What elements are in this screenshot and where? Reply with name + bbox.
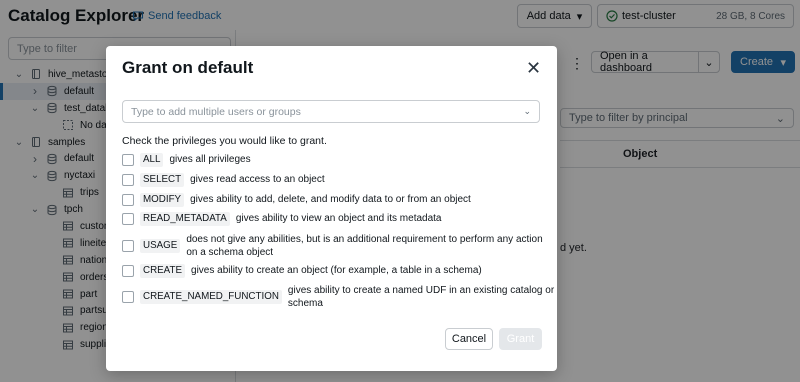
grant-dialog: Grant on default ✕ Type to add multiple …: [106, 46, 557, 371]
chevron-down-icon: ⌄: [523, 106, 531, 116]
privilege-checkbox[interactable]: [122, 240, 134, 252]
privilege-checkbox[interactable]: [122, 213, 134, 225]
privilege-checkbox[interactable]: [122, 194, 134, 206]
privilege-description: does not give any abilities, but is an a…: [186, 234, 543, 258]
cancel-button[interactable]: Cancel: [445, 328, 493, 350]
close-icon[interactable]: ✕: [526, 59, 541, 77]
privilege-code: CREATE_NAMED_FUNCTION: [140, 290, 282, 304]
privilege-row-usage[interactable]: USAGE does not give any abilities, but i…: [122, 233, 548, 259]
privilege-row-create-named-function[interactable]: CREATE_NAMED_FUNCTION gives ability to c…: [122, 284, 556, 310]
privilege-code: ALL: [140, 153, 164, 167]
privilege-code: SELECT: [140, 173, 185, 187]
grant-button[interactable]: Grant: [499, 328, 542, 350]
privilege-row-modify[interactable]: MODIFY gives ability to add, delete, and…: [122, 193, 550, 207]
privilege-code: USAGE: [140, 239, 181, 253]
privilege-row-select[interactable]: SELECT gives read access to an object: [122, 173, 530, 187]
user-group-select[interactable]: Type to add multiple users or groups ⌄: [122, 100, 540, 123]
privilege-checkbox[interactable]: [122, 154, 134, 166]
dialog-title: Grant on default: [122, 58, 254, 77]
privilege-checkbox[interactable]: [122, 174, 134, 186]
privilege-code: READ_METADATA: [140, 212, 230, 226]
privilege-checkbox[interactable]: [122, 291, 134, 303]
privilege-description: gives read access to an object: [190, 174, 325, 185]
privilege-row-create[interactable]: CREATE gives ability to create an object…: [122, 264, 551, 278]
privilege-description: gives all privileges: [169, 154, 251, 165]
privilege-code: CREATE: [140, 264, 186, 278]
privilege-description: gives ability to create an object (for e…: [191, 265, 482, 276]
privilege-checkbox[interactable]: [122, 265, 134, 277]
privileges-instructions: Check the privileges you would like to g…: [122, 135, 327, 147]
privilege-description: gives ability to add, delete, and modify…: [190, 194, 471, 205]
user-group-select-placeholder: Type to add multiple users or groups: [131, 105, 301, 118]
privilege-row-read-metadata[interactable]: READ_METADATA gives ability to view an o…: [122, 212, 536, 226]
privilege-row-all[interactable]: ALL gives all privileges: [122, 153, 529, 167]
privilege-description: gives ability to view an object and its …: [235, 213, 442, 224]
privilege-code: MODIFY: [140, 193, 185, 207]
privilege-description: gives ability to create a named UDF in a…: [287, 285, 555, 309]
